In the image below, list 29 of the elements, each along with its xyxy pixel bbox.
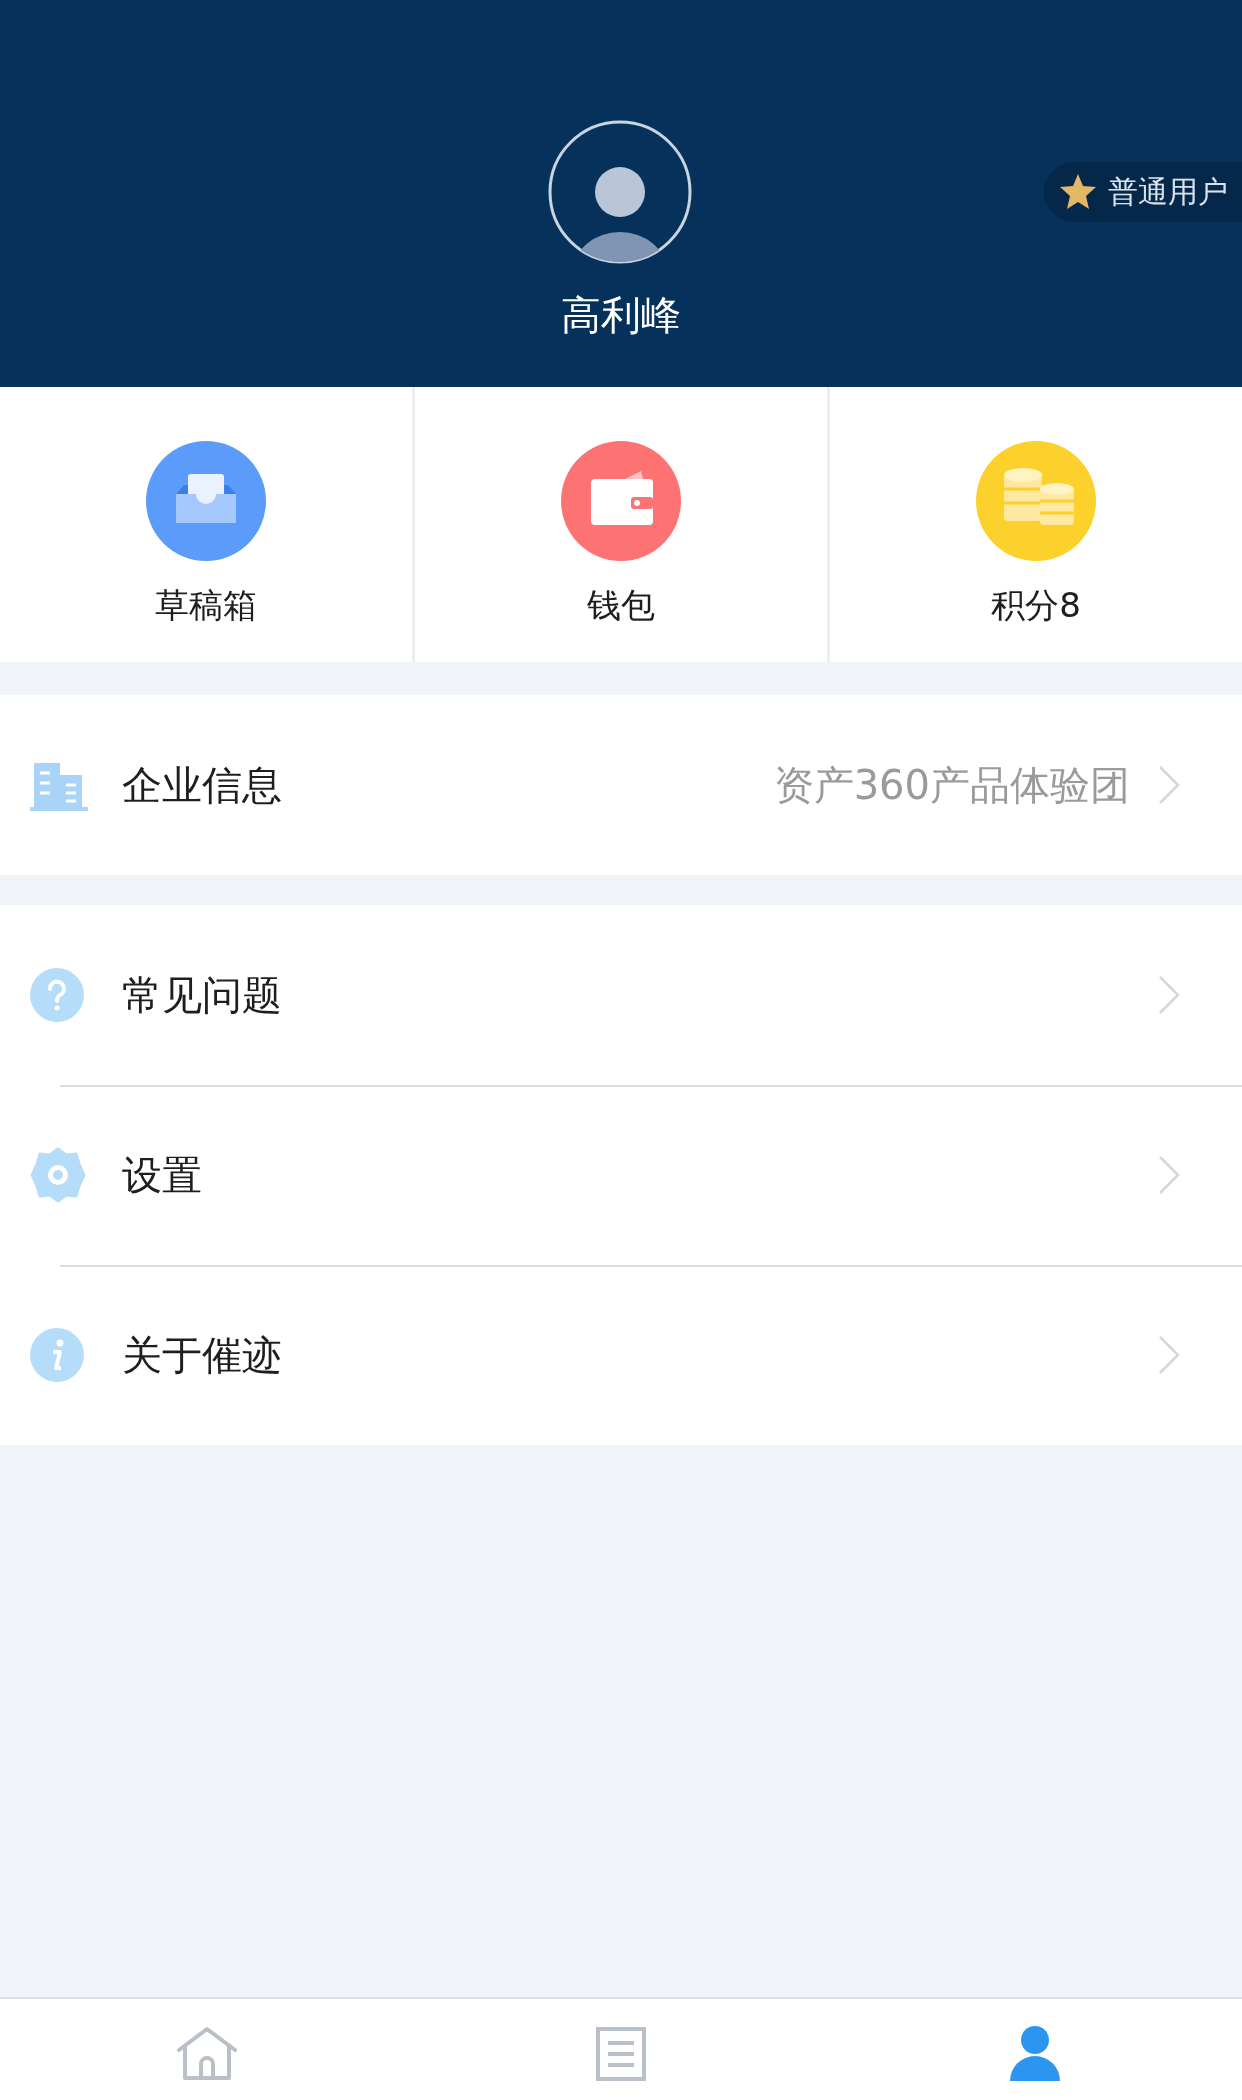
- menu-label: 关于催迹: [122, 1330, 282, 1380]
- shortcut-label: 草稿箱: [155, 584, 257, 627]
- user-name: 高利峰: [561, 291, 681, 340]
- help-icon: [30, 968, 84, 1022]
- document-icon: [596, 2026, 646, 2081]
- wallet-icon: [561, 441, 681, 561]
- menu-row[interactable]: 关于催迹: [0, 1265, 1242, 1445]
- menu-label: 设置: [122, 1150, 202, 1200]
- inbox-tray-icon: [146, 441, 266, 561]
- menu-label: 企业信息: [122, 760, 282, 810]
- menu-row[interactable]: 常见问题: [0, 905, 1242, 1085]
- settings-icon: [30, 1147, 86, 1203]
- coin-stack-icon: [976, 441, 1096, 561]
- chevron-icon: [1158, 1155, 1180, 1195]
- chevron-icon: [1158, 1335, 1180, 1375]
- chevron-icon: [1158, 975, 1180, 1015]
- menu-label: 常见问题: [122, 970, 282, 1020]
- info-icon: [30, 1328, 84, 1382]
- menu-row[interactable]: 企业信息 资产360产品体验团: [0, 695, 1242, 875]
- shortcut-label: 钱包: [587, 584, 655, 627]
- shortcut-label: 积分8: [991, 584, 1081, 627]
- home-icon: [176, 2025, 238, 2082]
- company-name: 资产360产品体验团: [773, 760, 1130, 810]
- menu-row[interactable]: 设置: [0, 1085, 1242, 1265]
- membership-badge: 普通用户: [1044, 162, 1242, 222]
- star-icon: [1058, 172, 1098, 212]
- person-icon: [1008, 2024, 1062, 2083]
- avatar-icon: [548, 120, 692, 264]
- chevron-icon: [1158, 765, 1180, 805]
